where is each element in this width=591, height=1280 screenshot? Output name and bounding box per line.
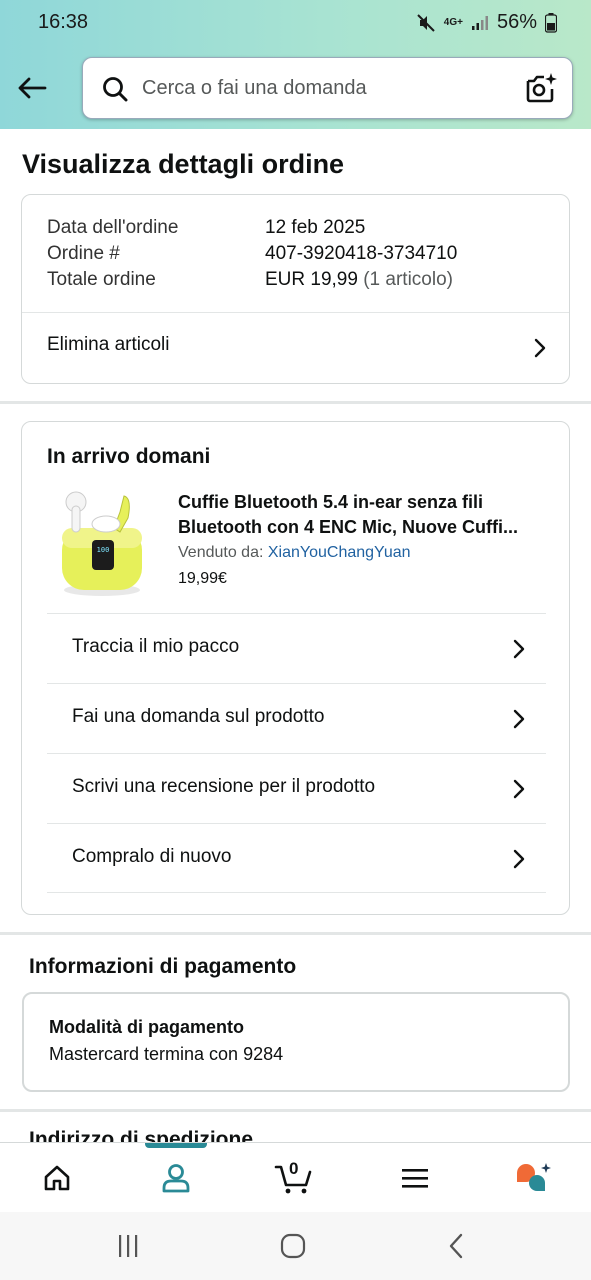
delete-items-label: Elimina articoli <box>47 334 170 355</box>
signal-icon <box>471 15 488 30</box>
battery-icon <box>545 12 557 33</box>
ask-question-row[interactable]: Fai una domanda sul prodotto <box>47 683 546 753</box>
payment-method-value: Mastercard termina con 9284 <box>49 1044 284 1064</box>
status-time: 16:38 <box>38 11 89 33</box>
chevron-right-icon <box>513 709 525 729</box>
track-package-row[interactable]: Traccia il mio pacco <box>47 613 546 683</box>
shipment-status-title: In arrivo domani <box>47 445 211 468</box>
payment-method-card: Modalità di pagamento Mastercard termina… <box>22 992 570 1092</box>
order-summary-card: Data dell'ordine 12 feb 2025 Ordine # 40… <box>21 194 570 384</box>
battery-percent: 56% <box>496 11 537 33</box>
back-system-icon[interactable] <box>447 1233 465 1259</box>
ask-question-label: Fai una domanda sul prodotto <box>72 706 325 727</box>
order-total-amount: EUR 19,99 <box>265 269 358 290</box>
search-bar[interactable]: Cerca o fai una domanda <box>82 57 573 119</box>
section-separator <box>0 401 591 404</box>
shipment-card: In arrivo domani 100 Cuffie Bluetooth 5.… <box>21 421 570 915</box>
section-separator <box>0 1109 591 1112</box>
back-arrow-icon <box>18 77 47 99</box>
write-review-label: Scrivi una recensione per il prodotto <box>72 776 376 797</box>
product-image-display: 100 <box>97 546 110 554</box>
nav-rufus[interactable] <box>503 1143 563 1213</box>
order-number-label: Ordine # <box>47 243 120 264</box>
chevron-right-icon <box>513 639 525 659</box>
product-title[interactable]: Cuffie Bluetooth 5.4 in-ear senza fili B… <box>178 490 548 540</box>
status-icons: 4G+ 56% <box>416 11 557 34</box>
product-image[interactable]: 100 <box>54 488 150 600</box>
chevron-right-icon <box>534 338 546 358</box>
seller-link[interactable]: XianYouChangYuan <box>268 544 411 561</box>
order-date-label: Data dell'ordine <box>47 217 179 238</box>
account-icon <box>162 1164 190 1193</box>
buy-again-row[interactable]: Compralo di nuovo <box>47 823 546 893</box>
order-total-label: Totale ordine <box>47 269 156 290</box>
nav-menu[interactable] <box>385 1143 445 1213</box>
delete-items-row[interactable]: Elimina articoli <box>22 313 569 383</box>
order-number-value: 407-3920418-3734710 <box>265 243 458 264</box>
back-button[interactable] <box>14 70 50 106</box>
order-item-count: (1 articolo) <box>357 269 453 290</box>
payment-section-title: Informazioni di pagamento <box>29 955 297 978</box>
track-package-label: Traccia il mio pacco <box>72 636 240 657</box>
product-price: 19,99€ <box>178 570 227 587</box>
sold-by: Venduto da: XianYouChangYuan <box>178 544 411 562</box>
buy-again-label: Compralo di nuovo <box>72 846 232 867</box>
payment-method-title: Modalità di pagamento <box>49 1017 245 1037</box>
search-icon <box>103 77 128 102</box>
camera-search-icon[interactable] <box>524 71 558 105</box>
product-title-line2: Bluetooth con 4 ENC Mic, Nuove Cuffi... <box>178 517 519 537</box>
chevron-right-icon <box>513 779 525 799</box>
home-system-icon[interactable] <box>280 1233 306 1259</box>
order-total-value: EUR 19,99 (1 articolo) <box>265 269 453 291</box>
product-title-line1: Cuffie Bluetooth 5.4 in-ear senza fili <box>178 492 484 512</box>
top-bar: 16:38 4G+ 56% Cerca o fai una domanda <box>0 0 591 129</box>
recent-apps-icon[interactable] <box>117 1234 139 1258</box>
chevron-right-icon <box>513 849 525 869</box>
sold-by-label: Venduto da: <box>178 544 268 561</box>
search-input[interactable]: Cerca o fai una domanda <box>142 77 367 100</box>
menu-icon <box>402 1169 428 1188</box>
network-type: 4G+ <box>443 16 463 28</box>
system-navigation-bar <box>0 1212 591 1280</box>
nav-account[interactable] <box>146 1143 206 1213</box>
nav-home[interactable] <box>27 1143 87 1213</box>
section-separator <box>0 932 591 935</box>
write-review-row[interactable]: Scrivi una recensione per il prodotto <box>47 753 546 823</box>
order-date-value: 12 feb 2025 <box>265 217 366 238</box>
rufus-ai-icon <box>517 1163 551 1191</box>
home-icon <box>44 1165 70 1191</box>
cart-count-badge: 0 <box>289 1159 299 1178</box>
mute-icon <box>417 13 435 32</box>
page-title: Visualizza dettagli ordine <box>22 149 345 179</box>
